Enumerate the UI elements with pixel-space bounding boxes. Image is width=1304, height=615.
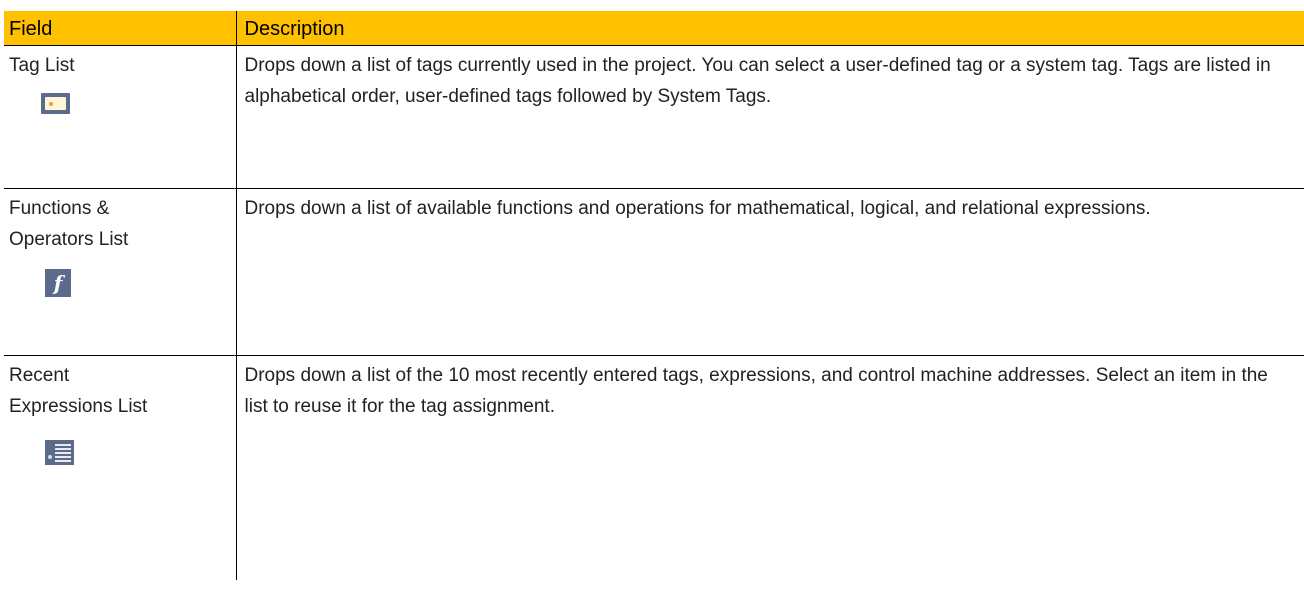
table-row: Recent Expressions List Drops down a lis… xyxy=(4,355,1304,580)
header-field: Field xyxy=(4,11,236,46)
table-row: Tag List Drops down a list of tags curre… xyxy=(4,45,1304,189)
field-name: Tag List xyxy=(9,55,75,76)
table-row: Functions & Operators List f Drops down … xyxy=(4,188,1304,356)
field-cell: Tag List xyxy=(4,45,236,189)
field-name-line2: Operators List xyxy=(9,229,129,250)
description-cell: Drops down a list of tags currently used… xyxy=(235,45,1304,189)
header-description: Description xyxy=(235,11,1304,46)
field-name-line2: Expressions List xyxy=(9,396,148,417)
description-cell: Drops down a list of the 10 most recentl… xyxy=(235,355,1304,580)
function-icon: f xyxy=(45,269,71,297)
tag-icon xyxy=(41,93,70,114)
table-header-row: Field Description xyxy=(4,11,1304,46)
field-cell: Recent Expressions List xyxy=(4,356,236,580)
field-description-table: Field Description Tag List Drops down a … xyxy=(4,11,1304,580)
function-icon-glyph: f xyxy=(53,271,63,295)
field-name-line1: Recent xyxy=(9,365,70,386)
field-name-line1: Functions & xyxy=(9,198,110,219)
description-cell: Drops down a list of available functions… xyxy=(235,188,1304,356)
field-cell: Functions & Operators List f xyxy=(4,188,236,356)
recent-list-icon xyxy=(45,440,74,465)
